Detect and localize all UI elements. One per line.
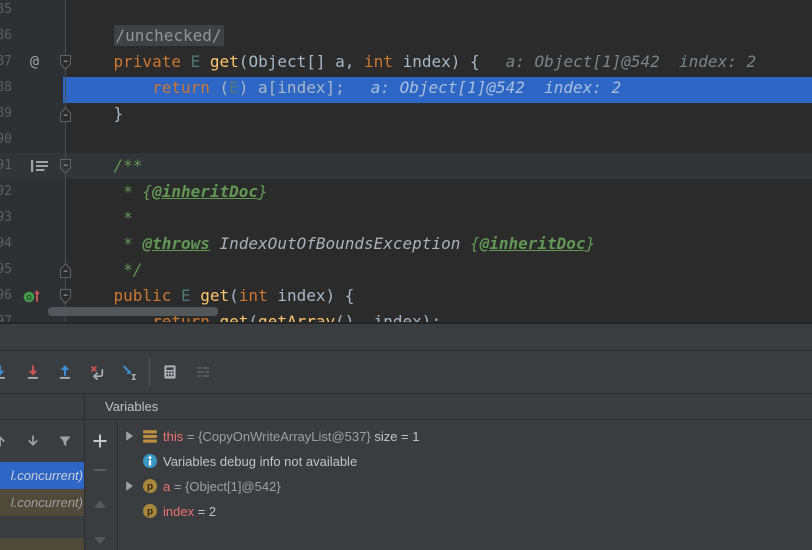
svg-text:p: p — [147, 507, 153, 518]
run-to-cursor-icon[interactable] — [122, 364, 138, 380]
frame-row[interactable] — [0, 538, 84, 550]
frame-row[interactable]: l.concurrent) — [0, 489, 84, 516]
variable-text: this = {CopyOnWriteArrayList@537} size =… — [163, 429, 420, 444]
variable-row[interactable]: Variables debug info not available — [117, 449, 812, 474]
overriding-method-icon[interactable]: o — [23, 288, 41, 309]
watches-mini-toolbar — [84, 420, 117, 550]
info-icon — [142, 453, 158, 469]
frame-row[interactable]: l.concurrent) — [0, 462, 84, 489]
move-up-icon[interactable] — [0, 433, 8, 449]
editor-horizontal-scrollbar[interactable] — [48, 307, 218, 316]
variable-text: a = {Object[1]@542} — [163, 479, 281, 494]
line-number: 386 — [0, 28, 12, 43]
panel-divider — [84, 393, 85, 550]
drop-frame-icon[interactable] — [89, 364, 105, 381]
variable-row[interactable]: this = {CopyOnWriteArrayList@537} size =… — [117, 424, 812, 449]
variables-panel-title: Variables — [105, 399, 159, 414]
fold-marker-down[interactable] — [58, 54, 73, 76]
code-editor[interactable]: 385 386 387 @388 389 390 391 392 393 394 395 396 o 39… — [0, 0, 812, 322]
variable-row[interactable]: p index = 2 — [117, 499, 812, 524]
expand-arrow-icon[interactable] — [121, 478, 137, 494]
frame-label: l.concurrent) — [10, 495, 83, 510]
code-line-393: * — [75, 208, 133, 227]
code-line-387: private E get(Object[] a, int index) {a:… — [113, 52, 757, 71]
line-number: 392 — [0, 184, 12, 199]
step-out-icon[interactable] — [57, 364, 73, 380]
line-number: 389 — [0, 106, 12, 121]
variables-panel-header: Variables — [0, 393, 812, 420]
debugger-step-toolbar — [0, 350, 812, 393]
toggle-rendered-doc-icon[interactable] — [30, 158, 50, 179]
move-watch-up-icon — [92, 497, 108, 513]
remove-watch-icon — [92, 462, 108, 478]
force-step-into-icon[interactable] — [25, 364, 41, 380]
fold-marker-up[interactable] — [58, 106, 73, 128]
code-line-396: public E get(int index) { — [113, 286, 355, 305]
frames-panel[interactable]: l.concurrent) l.concurrent) — [0, 420, 84, 550]
code-line-389: } — [75, 104, 124, 123]
debug-panel-strip — [0, 322, 812, 350]
frame-label: l.concurrent) — [10, 468, 83, 483]
evaluate-expression-icon[interactable] — [162, 364, 178, 380]
line-number: 394 — [0, 236, 12, 251]
variable-text: Variables debug info not available — [163, 454, 358, 469]
variables-tree[interactable]: this = {CopyOnWriteArrayList@537} size =… — [117, 420, 812, 550]
move-down-icon[interactable] — [25, 433, 41, 449]
line-number: 397 — [0, 314, 12, 322]
variable-row[interactable]: p a = {Object[1]@542} — [117, 474, 812, 499]
fold-marker-down[interactable] — [58, 158, 73, 180]
step-into-icon[interactable] — [0, 364, 8, 380]
variable-text: index = 2 — [163, 504, 217, 519]
stream-trace-icon — [195, 364, 211, 380]
inline-debugger-hint: a: Object[1]@542 index: 2 — [505, 52, 757, 71]
code-line-395: */ — [75, 260, 143, 279]
code-line-386: /unchecked/ — [113, 25, 224, 46]
svg-text:o: o — [26, 292, 31, 303]
move-watch-down-icon — [92, 532, 108, 548]
annotation-at-icon[interactable]: @ — [30, 52, 39, 70]
toolbar-separator — [149, 358, 150, 386]
line-number: 393 — [0, 210, 12, 225]
code-line-391: /** — [75, 156, 143, 175]
line-number: 396 — [0, 288, 12, 303]
expand-arrow-icon[interactable] — [121, 428, 137, 444]
ide-debugger-view: 385 386 387 @388 389 390 391 392 393 394 395 396 o 39… — [0, 0, 812, 550]
code-line-392: * {@inheritDoc} — [75, 182, 268, 201]
parameter-icon: p — [142, 503, 158, 519]
line-number: 388 — [0, 80, 12, 95]
filter-icon[interactable] — [57, 433, 73, 449]
svg-text:p: p — [147, 482, 153, 493]
line-number: 390 — [0, 132, 12, 147]
code-line-394: * @throws IndexOutOfBoundsException {@in… — [75, 234, 596, 253]
line-number: 395 — [0, 262, 12, 277]
panel-divider — [117, 421, 118, 550]
parameter-icon: p — [142, 478, 158, 494]
fold-marker-up[interactable] — [58, 262, 73, 284]
code-line-388: return (E) a[index]; a: Object[1]@542 ind… — [152, 78, 622, 97]
this-icon — [142, 428, 158, 444]
line-number: 391 — [0, 158, 12, 173]
inline-debugger-hint: a: Object[1]@542 index: 2 — [370, 78, 622, 97]
line-number: 387 — [0, 54, 12, 69]
line-number: 385 — [0, 2, 12, 17]
add-watch-icon[interactable] — [92, 433, 108, 449]
